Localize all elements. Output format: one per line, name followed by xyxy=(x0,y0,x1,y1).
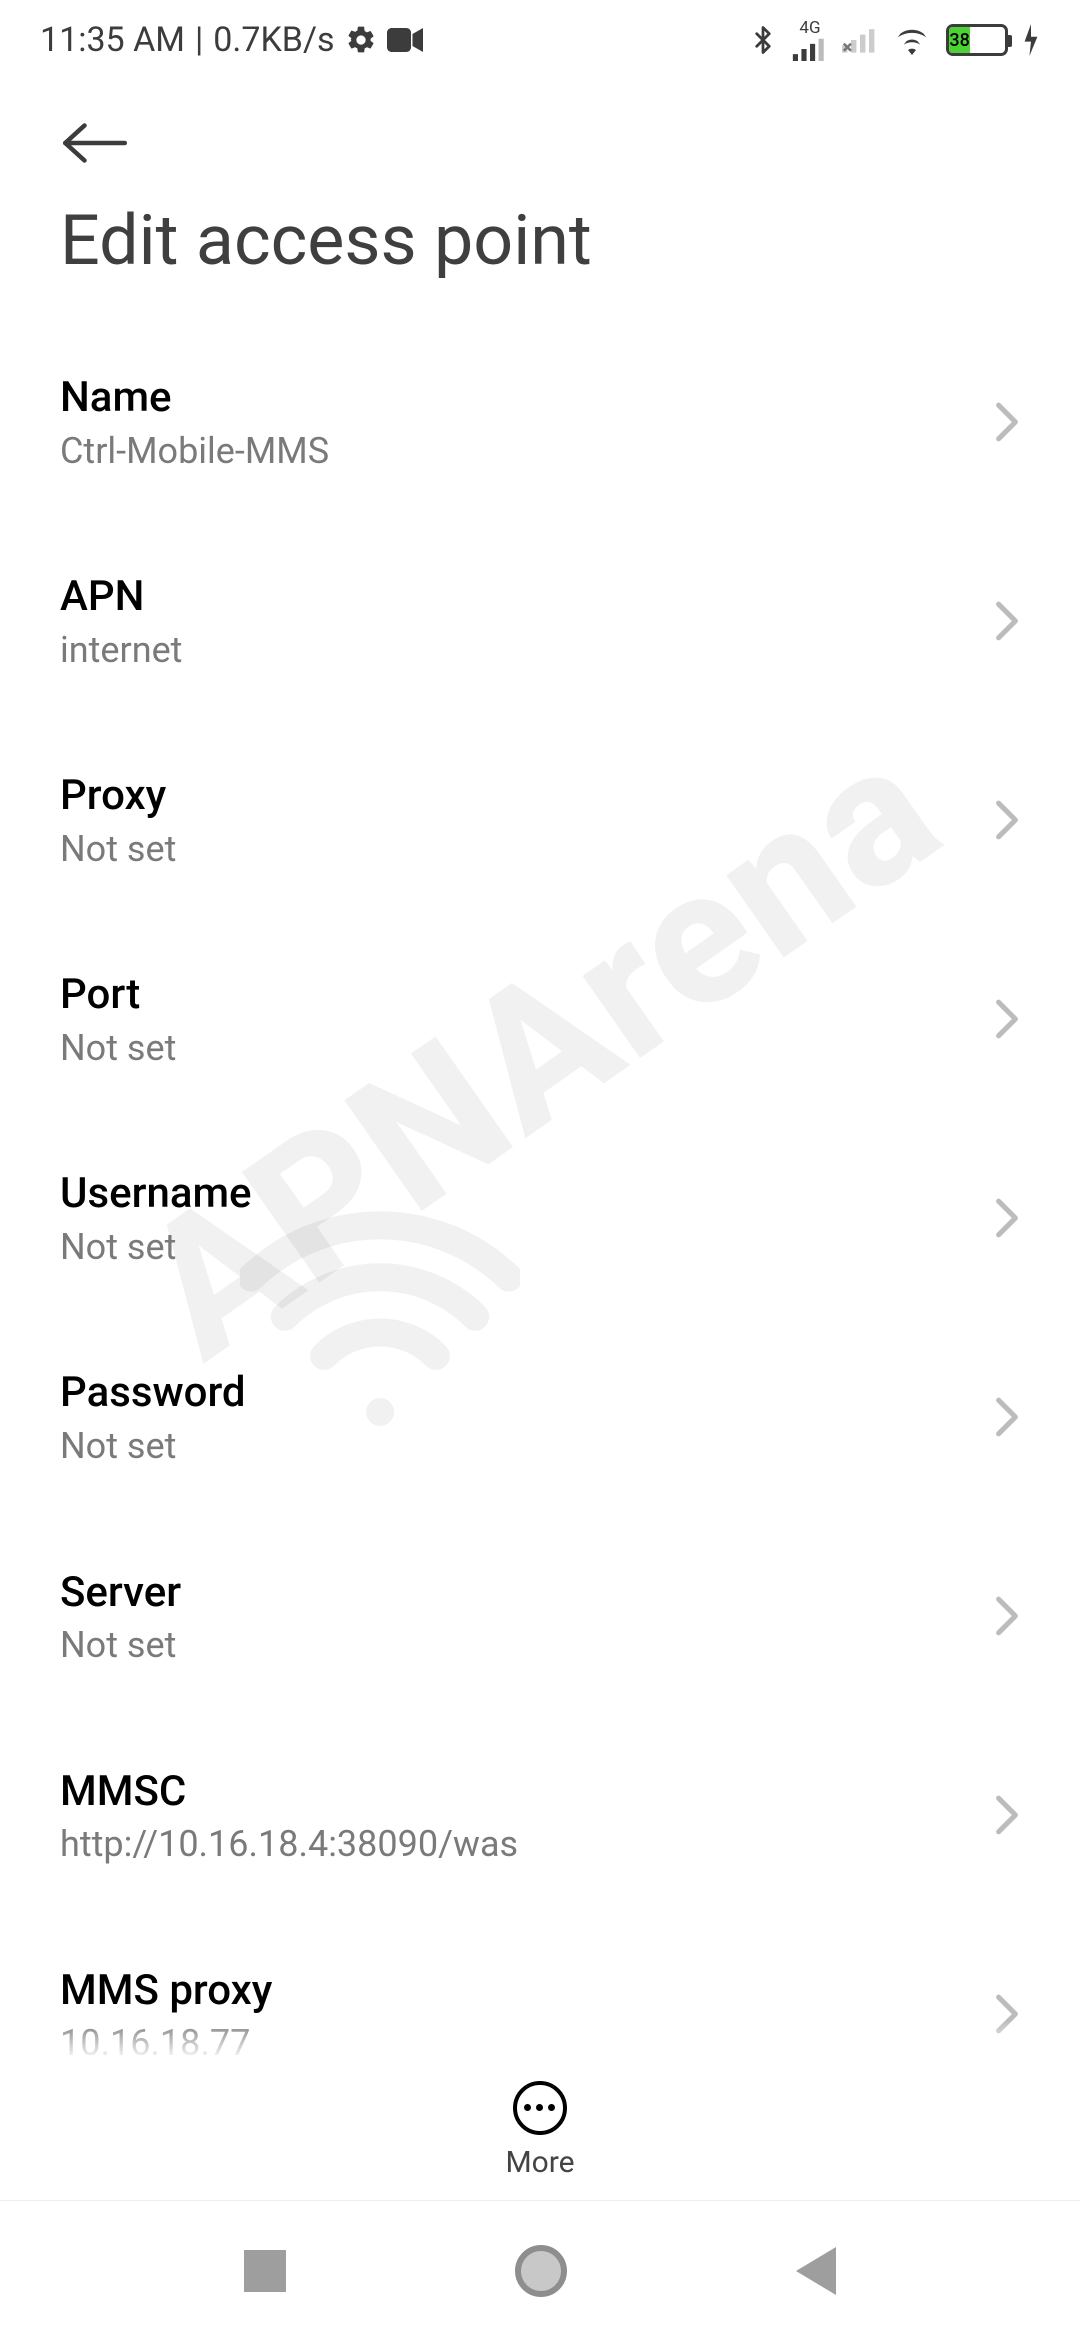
battery-level: 38 xyxy=(949,27,970,53)
charging-icon xyxy=(1022,24,1040,56)
row-value: internet xyxy=(60,624,974,675)
more-button[interactable]: More xyxy=(505,2081,574,2180)
more-icon xyxy=(513,2081,567,2135)
nav-recent-button[interactable] xyxy=(244,2250,286,2292)
row-value: Not set xyxy=(60,1221,974,1272)
battery-icon: 38 xyxy=(946,24,1008,56)
row-label: Proxy xyxy=(60,770,974,823)
row-label: MMS proxy xyxy=(60,1965,974,2018)
row-value: Ctrl-Mobile-MMS xyxy=(60,425,974,476)
system-nav-bar xyxy=(0,2200,1080,2340)
more-label: More xyxy=(505,2145,574,2180)
arrow-left-icon xyxy=(60,120,130,166)
row-username[interactable]: Username Not set xyxy=(60,1124,1020,1323)
row-server[interactable]: Server Not set xyxy=(60,1523,1020,1722)
chevron-right-icon xyxy=(994,799,1020,845)
status-net-speed: 0.7KB/s xyxy=(213,20,334,60)
row-value: Not set xyxy=(60,1619,974,1670)
row-label: Username xyxy=(60,1168,974,1221)
row-proxy[interactable]: Proxy Not set xyxy=(60,726,1020,925)
back-button[interactable] xyxy=(60,110,130,200)
row-label: APN xyxy=(60,571,974,624)
bluetooth-icon xyxy=(748,21,778,59)
chevron-right-icon xyxy=(994,1197,1020,1243)
bottom-action-bar: More xyxy=(0,2060,1080,2200)
row-label: Port xyxy=(60,969,974,1022)
status-left: 11:35 AM | 0.7KB/s xyxy=(40,20,423,60)
camera-icon xyxy=(387,26,423,54)
row-mmsc[interactable]: MMSC http://10.16.18.4:38090/was xyxy=(60,1722,1020,1921)
row-value: Not set xyxy=(60,1420,974,1471)
row-password[interactable]: Password Not set xyxy=(60,1323,1020,1522)
row-label: Password xyxy=(60,1367,974,1420)
row-label: MMSC xyxy=(60,1766,974,1819)
cellular-no-sim-icon xyxy=(842,25,878,55)
row-value: http://10.16.18.4:38090/was xyxy=(60,1818,974,1869)
settings-list: Name Ctrl-Mobile-MMS APN internet Proxy … xyxy=(0,282,1080,2120)
page-title: Edit access point xyxy=(60,200,1020,282)
row-value: Not set xyxy=(60,1022,974,1073)
row-port[interactable]: Port Not set xyxy=(60,925,1020,1124)
cellular-4g-icon: 4G xyxy=(792,20,828,61)
gear-icon xyxy=(345,24,377,56)
row-apn[interactable]: APN internet xyxy=(60,527,1020,726)
chevron-right-icon xyxy=(994,998,1020,1044)
row-label: Server xyxy=(60,1567,974,1620)
chevron-right-icon xyxy=(994,600,1020,646)
status-separator: | xyxy=(195,20,203,60)
chevron-right-icon xyxy=(994,401,1020,447)
status-bar: 11:35 AM | 0.7KB/s 4G 38 xyxy=(0,0,1080,80)
row-value: Not set xyxy=(60,823,974,874)
wifi-icon xyxy=(892,24,932,56)
row-label: Name xyxy=(60,372,974,425)
status-time: 11:35 AM xyxy=(40,20,185,60)
status-right: 4G 38 xyxy=(748,20,1040,61)
header: Edit access point xyxy=(0,80,1080,282)
row-name[interactable]: Name Ctrl-Mobile-MMS xyxy=(60,282,1020,527)
chevron-right-icon xyxy=(994,1595,1020,1641)
nav-home-button[interactable] xyxy=(515,2245,567,2297)
chevron-right-icon xyxy=(994,1794,1020,1840)
nav-back-button[interactable] xyxy=(796,2247,836,2295)
chevron-right-icon xyxy=(994,1396,1020,1442)
